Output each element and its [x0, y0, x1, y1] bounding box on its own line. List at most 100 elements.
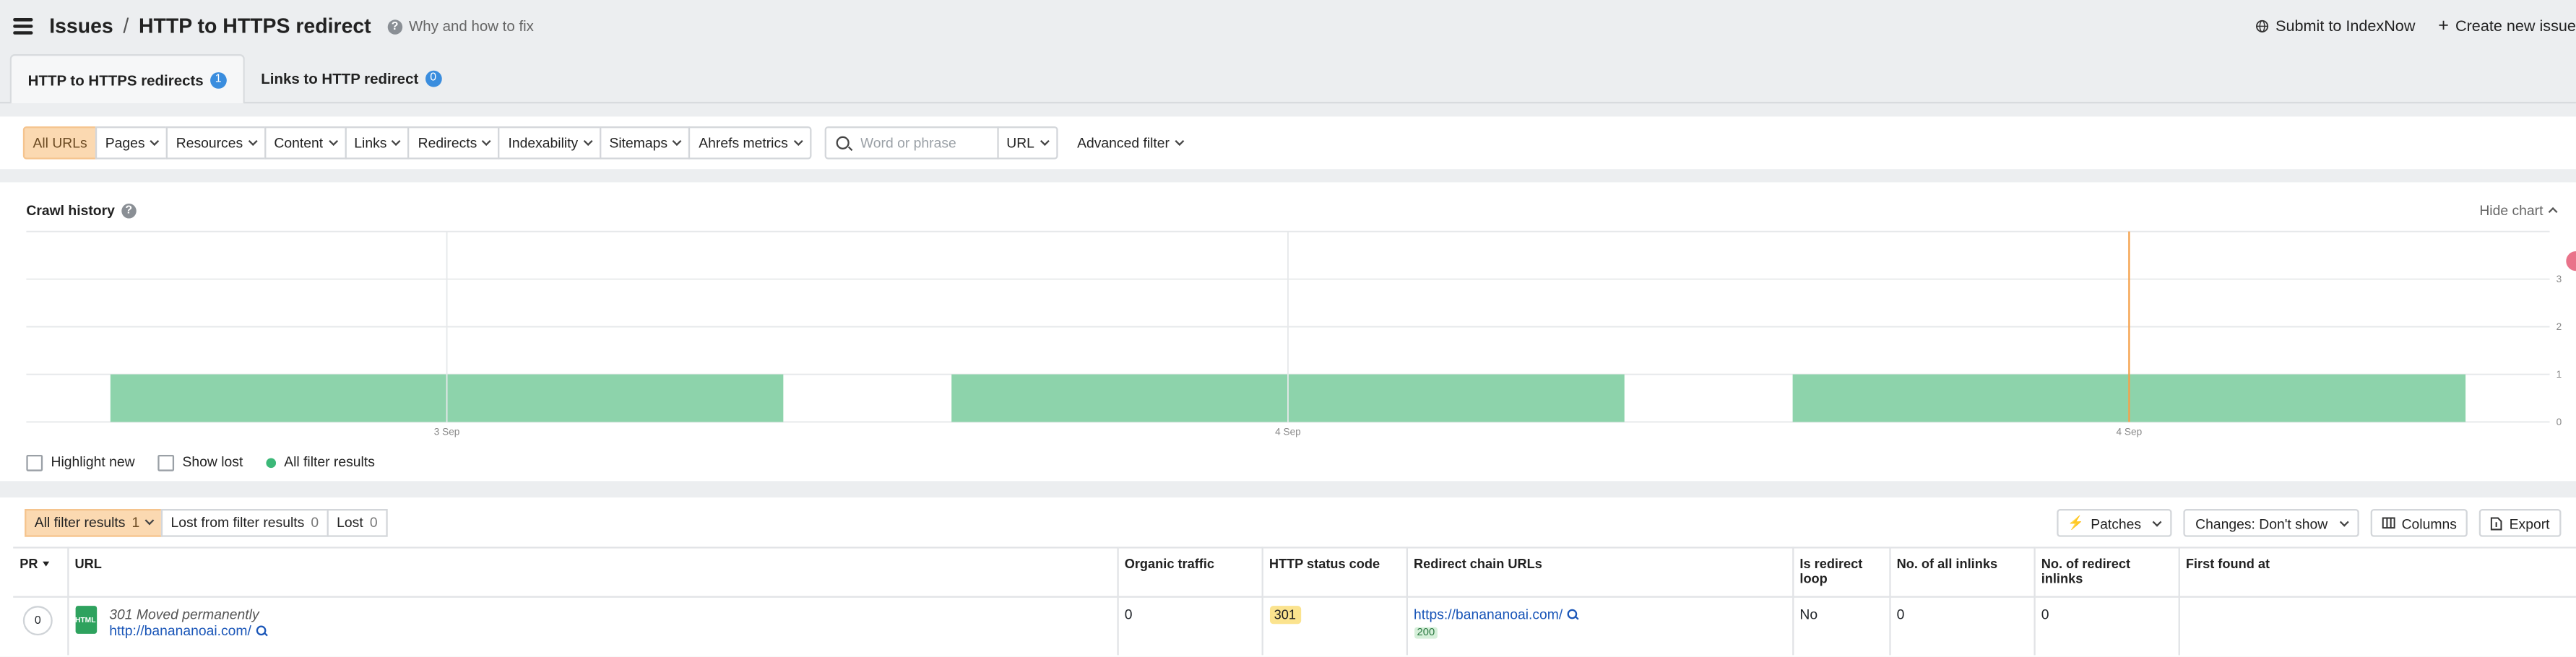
table-header-row: PR URL Organic traffic HTTP status code …: [13, 547, 2576, 598]
export-label: Export: [2509, 514, 2550, 531]
question-icon[interactable]: ?: [121, 202, 137, 218]
chevron-down-icon: [2153, 516, 2163, 526]
changes-label: Changes: Don't show: [2195, 514, 2328, 531]
menu-icon[interactable]: [13, 18, 33, 35]
filter-content[interactable]: Content: [264, 126, 346, 160]
col-header-first-found-at[interactable]: First found at: [2178, 547, 2576, 598]
col-header-organic-traffic[interactable]: Organic traffic: [1117, 547, 1263, 598]
search-scope-select[interactable]: URL: [996, 126, 1058, 160]
col-header-pr[interactable]: PR: [13, 547, 69, 598]
plus-icon: +: [2438, 16, 2449, 37]
url-link[interactable]: http://banananoai.com/: [109, 622, 267, 639]
hide-chart-label: Hide chart: [2479, 201, 2543, 219]
segment-label: All filter results: [34, 513, 126, 531]
patches-button[interactable]: ⚡ Patches: [2056, 509, 2173, 537]
page-title: HTTP to HTTPS redirect: [138, 14, 371, 38]
magnifier-icon[interactable]: [1568, 609, 1578, 619]
chevron-down-icon: [1040, 136, 1050, 147]
results-toolbar: All filter results 1 Lost from filter re…: [0, 497, 2576, 547]
cell-is-redirect-loop: No: [1792, 596, 1890, 656]
col-header-redirect-inlinks[interactable]: No. of redirect inlinks: [2033, 547, 2179, 598]
redirect-status-badge: 200: [1413, 627, 1438, 639]
search-icon: [835, 136, 849, 149]
crawl-history-card: 0 1 2 3 3 Sep 4 Sep 4 Sep Crawl history ? Hide…: [0, 182, 2576, 482]
bolt-icon: ⚡: [2067, 515, 2085, 531]
search-field: [824, 126, 998, 160]
col-header-is-redirect-loop[interactable]: Is redirect loop: [1792, 547, 1890, 598]
filter-label: Resources: [176, 134, 243, 152]
header-actions: Submit to IndexNow + Create new issue: [2256, 0, 2576, 53]
segment-count: 1: [131, 513, 140, 531]
legend-label: All filter results: [284, 453, 375, 471]
filter-label: Content: [274, 134, 324, 152]
cell-all-inlinks: 0: [1889, 596, 2035, 656]
column-label: Is redirect loop: [1799, 556, 1863, 586]
columns-button[interactable]: Columns: [2370, 509, 2468, 537]
y-tick-label: 0: [2556, 417, 2562, 427]
globe-icon: [2256, 19, 2269, 32]
col-header-all-inlinks[interactable]: No. of all inlinks: [1889, 547, 2035, 598]
filter-sitemaps[interactable]: Sitemaps: [599, 126, 691, 160]
col-header-http-status-code[interactable]: HTTP status code: [1261, 547, 1407, 598]
filter-resources[interactable]: Resources: [166, 126, 266, 160]
chevron-down-icon: [673, 136, 683, 147]
hide-chart-button[interactable]: Hide chart: [2479, 201, 2558, 219]
breadcrumb-root[interactable]: Issues: [49, 14, 113, 38]
chevron-down-icon: [583, 136, 593, 147]
column-label: PR: [20, 556, 38, 572]
filter-label: Redirects: [418, 134, 477, 152]
create-issue-button[interactable]: + Create new issue: [2438, 17, 2576, 35]
segment-lost-from-filter-results[interactable]: Lost from filter results 0: [160, 508, 329, 536]
checkbox-icon: [157, 454, 175, 471]
column-label: Redirect chain URLs: [1413, 556, 1542, 572]
chart-legend: Highlight new Show lost All filter resul…: [26, 453, 375, 471]
magnifier-icon[interactable]: [256, 625, 267, 636]
export-icon: [2491, 516, 2503, 530]
table-row: 0 HTML 301 Moved permanently http://bana…: [13, 596, 2576, 656]
segment-label: Lost from filter results: [170, 513, 305, 531]
legend-all-filter-results: All filter results: [266, 453, 375, 471]
column-label: Organic traffic: [1124, 556, 1215, 572]
x-tick-label: 4 Sep: [1275, 427, 1301, 438]
filter-label: Sitemaps: [609, 134, 668, 152]
segment-all-filter-results[interactable]: All filter results 1: [25, 508, 163, 536]
tab-http-to-https-redirects[interactable]: HTTP to HTTPS redirects 1: [9, 54, 245, 104]
changes-select[interactable]: Changes: Don't show: [2184, 509, 2359, 537]
segment-lost[interactable]: Lost 0: [327, 508, 388, 536]
advanced-filter-button[interactable]: Advanced filter: [1077, 134, 1185, 151]
cell-http-status: 301: [1261, 596, 1407, 656]
patches-label: Patches: [2091, 514, 2142, 531]
tab-links-to-http-redirect[interactable]: Links to HTTP redirect 0: [245, 56, 458, 102]
chevron-down-icon: [1175, 136, 1185, 147]
filter-links[interactable]: Links: [344, 126, 410, 160]
export-button[interactable]: Export: [2479, 509, 2562, 537]
checkbox-icon: [26, 454, 43, 471]
filter-indexability[interactable]: Indexability: [498, 126, 602, 160]
filter-ahrefs-metrics[interactable]: Ahrefs metrics: [688, 126, 811, 160]
filter-redirects[interactable]: Redirects: [407, 126, 501, 160]
submit-indexnow-button[interactable]: Submit to IndexNow: [2256, 17, 2415, 35]
status-badge: 301: [1268, 606, 1301, 625]
tab-label: Links to HTTP redirect: [261, 70, 419, 87]
tab-count-badge: 0: [425, 70, 442, 87]
search-input[interactable]: [857, 133, 995, 153]
y-tick-label: 3: [2556, 274, 2562, 284]
top-bar: Issues / HTTP to HTTPS redirect ? Why an…: [0, 0, 2576, 53]
crawl-history-chart: 0 1 2 3 3 Sep 4 Sep 4 Sep: [26, 230, 2562, 438]
y-tick-label: 2: [2556, 321, 2562, 332]
chevron-down-icon: [392, 136, 402, 147]
col-header-redirect-chain-urls[interactable]: Redirect chain URLs: [1406, 547, 1794, 598]
help-link[interactable]: ? Why and how to fix: [387, 18, 534, 35]
col-header-url[interactable]: URL: [67, 547, 1118, 598]
segment-label: Lost: [337, 513, 363, 531]
show-lost-checkbox[interactable]: Show lost: [157, 453, 243, 471]
chevron-down-icon: [150, 136, 160, 147]
filter-all-urls[interactable]: All URLs: [22, 126, 98, 160]
redirect-chain-link[interactable]: https://banananoai.com/: [1414, 606, 1785, 622]
results-table: PR URL Organic traffic HTTP status code …: [13, 547, 2576, 656]
filter-pages[interactable]: Pages: [95, 126, 168, 160]
cell-first-found: [2179, 597, 2576, 656]
highlight-new-checkbox[interactable]: Highlight new: [26, 453, 135, 471]
app-root: Issues / HTTP to HTTPS redirect ? Why an…: [0, 0, 2576, 657]
column-label: No. of redirect inlinks: [2041, 556, 2131, 586]
